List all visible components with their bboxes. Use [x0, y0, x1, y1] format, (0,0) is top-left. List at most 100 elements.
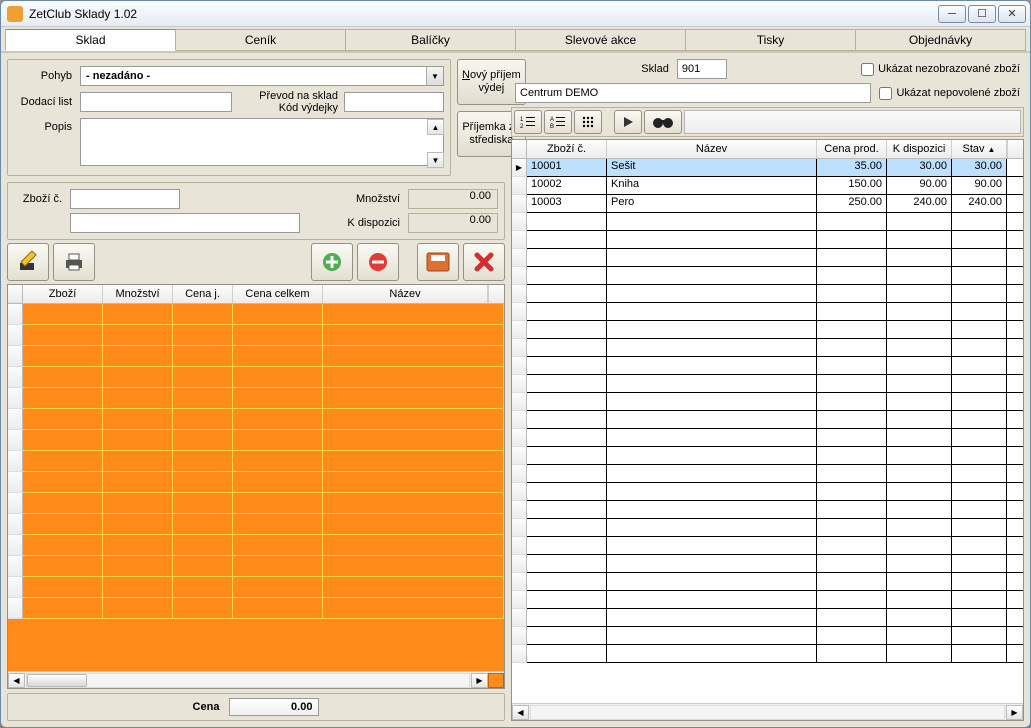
table-row[interactable]: [8, 514, 504, 535]
table-row[interactable]: [8, 409, 504, 430]
table-row[interactable]: [512, 339, 1023, 357]
col-cena-j[interactable]: Cena j.: [173, 285, 233, 303]
table-row[interactable]: [512, 537, 1023, 555]
remove-button[interactable]: [357, 243, 399, 281]
table-row[interactable]: 10003Pero250.00240.00240.00: [512, 195, 1023, 213]
table-row[interactable]: ▶10001Sešit35.0030.0030.00: [512, 159, 1023, 177]
col-cena-celkem[interactable]: Cena celkem: [233, 285, 323, 303]
table-row[interactable]: [512, 357, 1023, 375]
tab-slevove-akce[interactable]: Slevové akce: [515, 29, 686, 51]
table-row[interactable]: 10002Kniha150.0090.0090.00: [512, 177, 1023, 195]
chevron-down-icon[interactable]: ▼: [426, 67, 443, 85]
sklad-input[interactable]: [677, 59, 727, 79]
table-row[interactable]: [512, 267, 1023, 285]
zbozi-cislo-input[interactable]: [70, 189, 180, 209]
table-row[interactable]: [8, 325, 504, 346]
tab-sklad[interactable]: Sklad: [5, 29, 176, 51]
table-row[interactable]: [512, 429, 1023, 447]
table-row[interactable]: [8, 493, 504, 514]
table-row[interactable]: [512, 285, 1023, 303]
table-row[interactable]: [512, 483, 1023, 501]
cancel-button[interactable]: [463, 243, 505, 281]
table-row[interactable]: [512, 609, 1023, 627]
print-button[interactable]: [53, 243, 95, 281]
prevod-input[interactable]: [344, 92, 444, 112]
table-row[interactable]: [512, 591, 1023, 609]
col2-kdispozici[interactable]: K dispozici: [887, 140, 952, 158]
tab-balicky[interactable]: Balíčky: [345, 29, 516, 51]
table-row[interactable]: [8, 598, 504, 619]
sklad-label: Sklad: [641, 63, 669, 75]
chk-nezobrazovane[interactable]: Ukázat nezobrazované zboží: [861, 63, 1020, 76]
horizontal-scrollbar[interactable]: [26, 673, 470, 688]
scroll-left-icon[interactable]: ◀: [512, 705, 529, 720]
table-row[interactable]: [8, 556, 504, 577]
tab-tisky[interactable]: Tisky: [685, 29, 856, 51]
tab-objednavky[interactable]: Objednávky: [855, 29, 1026, 51]
dodaci-list-input[interactable]: [80, 92, 232, 112]
edit-item-button[interactable]: [7, 243, 49, 281]
table-row[interactable]: [512, 573, 1023, 591]
table-row[interactable]: [512, 303, 1023, 321]
sort-asc-icon: ▲: [988, 145, 996, 154]
svg-text:B: B: [550, 124, 554, 129]
table-row[interactable]: [8, 451, 504, 472]
table-row[interactable]: [512, 249, 1023, 267]
table-row[interactable]: [512, 393, 1023, 411]
table-row[interactable]: [8, 304, 504, 325]
col2-nazev[interactable]: Název: [607, 140, 817, 158]
table-row[interactable]: [512, 555, 1023, 573]
col-mnozstvi[interactable]: Množství: [103, 285, 173, 303]
scroll-right-icon[interactable]: ▶: [471, 673, 488, 688]
minimize-button[interactable]: ─: [938, 5, 966, 23]
table-row[interactable]: [512, 447, 1023, 465]
stock-grid[interactable]: Zboží č. Název Cena prod. K dispozici St…: [511, 139, 1024, 721]
table-row[interactable]: [512, 519, 1023, 537]
items-grid[interactable]: Zboží Množství Cena j. Cena celkem Název…: [7, 284, 505, 689]
add-button[interactable]: [311, 243, 353, 281]
play-button[interactable]: [614, 110, 642, 134]
view-list-alpha-icon[interactable]: AB: [544, 110, 572, 134]
table-row[interactable]: [8, 472, 504, 493]
table-row[interactable]: [512, 321, 1023, 339]
view-grid-icon[interactable]: [574, 110, 602, 134]
table-row[interactable]: [8, 388, 504, 409]
table-row[interactable]: [512, 375, 1023, 393]
table-row[interactable]: [8, 430, 504, 451]
search-area[interactable]: [684, 110, 1021, 134]
horizontal-scrollbar[interactable]: [530, 705, 1005, 720]
centrum-input[interactable]: [515, 83, 871, 103]
tab-cenik[interactable]: Ceník: [175, 29, 346, 51]
table-row[interactable]: [8, 577, 504, 598]
maximize-button[interactable]: ☐: [968, 5, 996, 23]
svg-text:2: 2: [520, 124, 524, 129]
table-row[interactable]: [512, 213, 1023, 231]
view-list-numbered-icon[interactable]: 12: [514, 110, 542, 134]
table-row[interactable]: [8, 535, 504, 556]
scroll-right-icon[interactable]: ▶: [1006, 705, 1023, 720]
table-row[interactable]: [512, 231, 1023, 249]
col-zbozi[interactable]: Zboží: [23, 285, 103, 303]
col2-zbozi[interactable]: Zboží č.: [527, 140, 607, 158]
table-row[interactable]: [512, 501, 1023, 519]
popis-textarea[interactable]: [80, 118, 444, 166]
close-button[interactable]: ✕: [998, 5, 1026, 23]
table-row[interactable]: [512, 465, 1023, 483]
scroll-down-icon[interactable]: ▼: [427, 152, 444, 168]
save-button[interactable]: [417, 243, 459, 281]
col-nazev[interactable]: Název: [323, 285, 488, 303]
pohyb-combo[interactable]: - nezadáno - ▼: [80, 66, 444, 86]
binoculars-search-icon[interactable]: [644, 110, 682, 134]
scroll-left-icon[interactable]: ◀: [8, 673, 25, 688]
col2-stav[interactable]: Stav▲: [952, 140, 1007, 158]
scroll-up-icon[interactable]: ▲: [427, 119, 444, 135]
pohyb-label: Pohyb: [14, 70, 74, 82]
col2-cena-prod[interactable]: Cena prod.: [817, 140, 887, 158]
table-row[interactable]: [512, 411, 1023, 429]
table-row[interactable]: [8, 346, 504, 367]
table-row[interactable]: [8, 367, 504, 388]
chk-nepovolene[interactable]: Ukázat nepovolené zboží: [879, 87, 1020, 100]
zbozi-nazev-input[interactable]: [70, 213, 300, 233]
table-row[interactable]: [512, 645, 1023, 663]
table-row[interactable]: [512, 627, 1023, 645]
